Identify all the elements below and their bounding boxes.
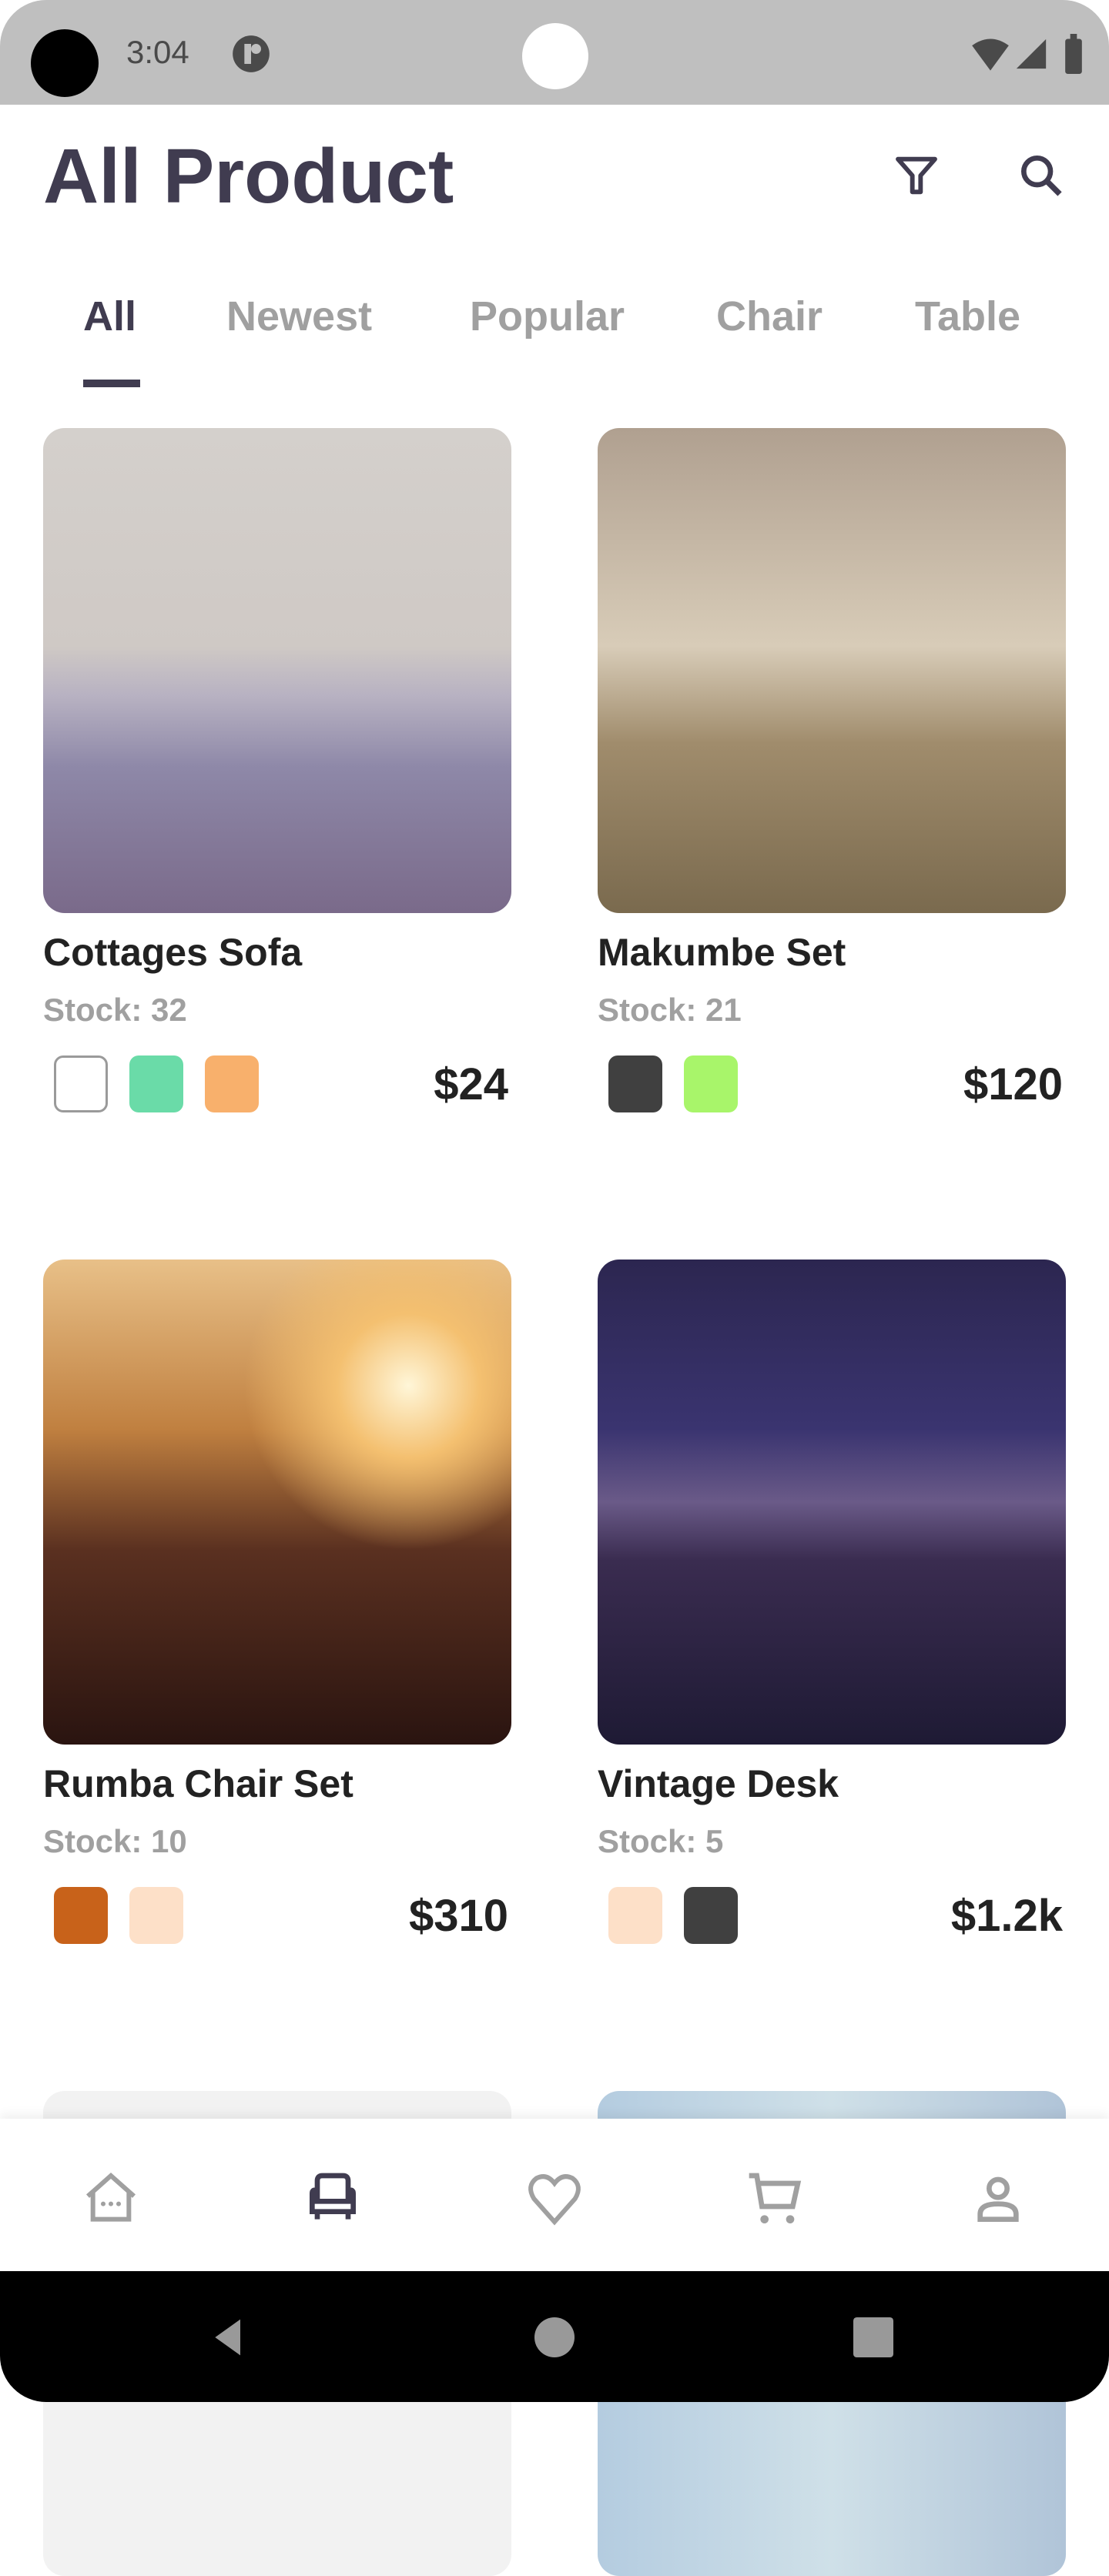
status-time: 3:04: [126, 34, 189, 70]
tab-table[interactable]: Table: [915, 293, 1020, 340]
product-price: $24: [434, 1059, 508, 1109]
search-icon[interactable]: [1017, 151, 1066, 200]
color-swatch[interactable]: [129, 1055, 183, 1112]
product-card[interactable]: Rumba Chair Set Stock: 10 $310: [43, 1260, 511, 1946]
product-name: Vintage Desk: [598, 1762, 839, 1805]
product-name: Makumbe Set: [598, 931, 846, 974]
heart-icon[interactable]: [524, 2168, 585, 2230]
product-stock: Stock: 21: [598, 992, 742, 1028]
product-card[interactable]: Makumbe Set Stock: 21 $120: [598, 428, 1066, 1115]
product-stock: Stock: 5: [598, 1823, 724, 1859]
camera-cutout: [31, 29, 99, 97]
filter-icon[interactable]: [892, 151, 941, 200]
product-name: Rumba Chair Set: [43, 1762, 353, 1805]
product-card[interactable]: Vintage Desk Stock: 5 $1.2k: [598, 1260, 1066, 1946]
color-swatch[interactable]: [54, 1887, 108, 1944]
color-swatch[interactable]: [684, 1887, 738, 1944]
color-swatch[interactable]: [129, 1887, 183, 1944]
status-bar: 3:04: [0, 0, 1109, 105]
color-swatch[interactable]: [608, 1887, 662, 1944]
tab-newest[interactable]: Newest: [226, 293, 372, 340]
notification-icon: [233, 35, 270, 72]
signal-icon: [1016, 38, 1047, 69]
product-stock: Stock: 10: [43, 1823, 187, 1859]
tab-popular[interactable]: Popular: [470, 293, 625, 340]
product-card[interactable]: Cottages Sofa Stock: 32 $24: [43, 428, 511, 1115]
product-price: $120: [963, 1059, 1063, 1109]
tab-chair[interactable]: Chair: [716, 293, 823, 340]
sofa-icon[interactable]: [302, 2168, 364, 2230]
product-stock: Stock: 32: [43, 992, 187, 1028]
color-swatch[interactable]: [684, 1055, 738, 1112]
category-tabs: All Newest Popular Chair Table: [0, 293, 1109, 346]
wifi-icon: [972, 38, 1009, 71]
product-image: [43, 428, 511, 913]
product-price: $310: [408, 1890, 508, 1941]
battery-icon: [1065, 34, 1082, 74]
cart-icon[interactable]: [744, 2168, 806, 2230]
active-tab-indicator: [83, 380, 140, 387]
home-button-icon[interactable]: [534, 2317, 575, 2357]
color-swatch[interactable]: [54, 1055, 108, 1112]
back-icon[interactable]: [208, 2316, 251, 2359]
home-icon[interactable]: [80, 2168, 142, 2230]
product-price: $1.2k: [950, 1890, 1063, 1941]
product-image: [43, 1260, 511, 1745]
color-swatch[interactable]: [205, 1055, 259, 1112]
profile-icon[interactable]: [967, 2168, 1029, 2230]
tab-all[interactable]: All: [83, 293, 136, 340]
color-swatch[interactable]: [608, 1055, 662, 1112]
recents-icon[interactable]: [853, 2317, 893, 2357]
product-name: Cottages Sofa: [43, 931, 303, 974]
front-camera: [522, 23, 588, 89]
product-image: [598, 1260, 1066, 1745]
page-title: All Product: [43, 133, 454, 219]
system-navigation-bar: [0, 2271, 1109, 2402]
bottom-navigation: [0, 2119, 1109, 2271]
product-image: [598, 428, 1066, 913]
